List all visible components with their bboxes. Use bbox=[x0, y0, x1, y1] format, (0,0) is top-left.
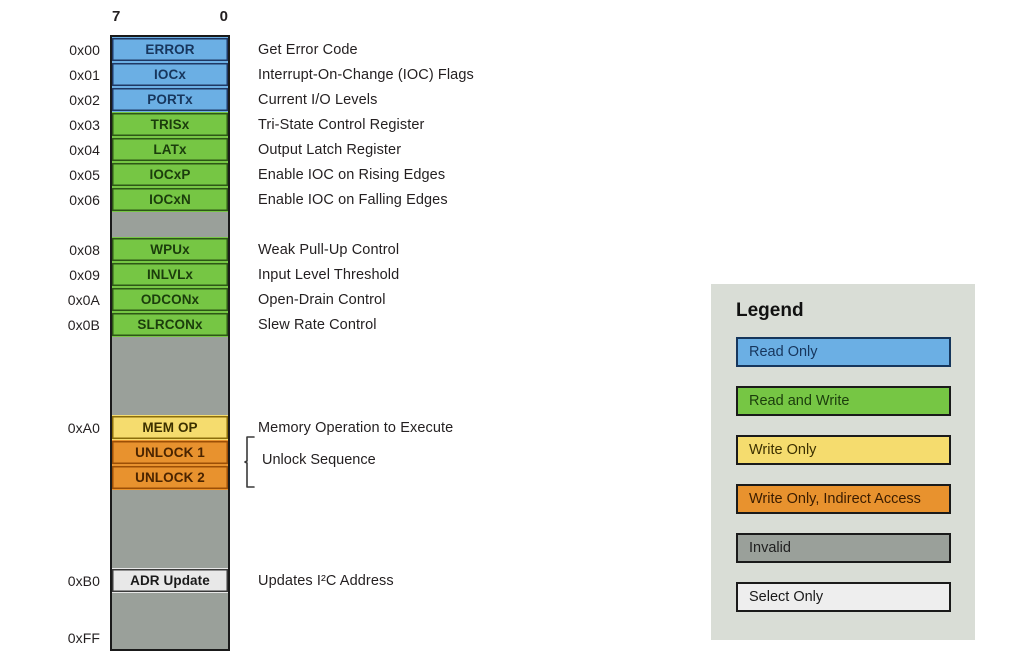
register-address: 0x01 bbox=[69, 66, 100, 83]
legend-item-label: Write Only, Indirect Access bbox=[749, 491, 921, 507]
register-map: 0x00 ERROR Get Error Code 0x01 IOCx Interrupt… bbox=[68, 35, 474, 651]
unlock-sequence-bracket bbox=[244, 436, 256, 488]
legend-item-label: Write Only bbox=[749, 442, 817, 458]
register-description: Current I/O Levels bbox=[258, 91, 378, 108]
register-row: 0x06 IOCxN Enable IOC on Falling Edges bbox=[69, 187, 448, 212]
register-address: 0x09 bbox=[69, 266, 100, 283]
register-description: Updates I²C Address bbox=[258, 572, 394, 589]
register-description: Weak Pull-Up Control bbox=[258, 241, 400, 258]
register-name: WPUx bbox=[150, 241, 190, 257]
register-address: 0x02 bbox=[69, 91, 100, 108]
bit-lsb-label: 0 bbox=[219, 8, 228, 25]
register-row: UNLOCK 1 bbox=[112, 440, 228, 465]
register-name: LATx bbox=[153, 141, 187, 157]
register-description: Slew Rate Control bbox=[258, 316, 377, 333]
legend-item-select: Select Only bbox=[736, 582, 951, 612]
register-description: Input Level Threshold bbox=[258, 266, 400, 283]
legend-item-label: Read Only bbox=[749, 344, 818, 360]
legend-title: Legend bbox=[736, 300, 804, 321]
register-description: Open-Drain Control bbox=[258, 291, 386, 308]
register-name: ODCONx bbox=[140, 291, 200, 307]
register-description: Enable IOC on Rising Edges bbox=[258, 166, 446, 183]
register-name: ERROR bbox=[145, 41, 195, 57]
register-row: 0x0A ODCONx Open-Drain Control bbox=[68, 287, 385, 312]
register-row: 0x04 LATx Output Latch Register bbox=[69, 137, 401, 162]
register-row: 0x05 IOCxP Enable IOC on Rising Edges bbox=[69, 162, 445, 187]
register-name: UNLOCK 1 bbox=[135, 444, 205, 460]
register-row bbox=[112, 337, 228, 415]
register-row: 0x01 IOCx Interrupt-On-Change (IOC) Flags bbox=[69, 62, 474, 87]
register-address: 0x08 bbox=[69, 241, 100, 258]
legend-item-read: Read Only bbox=[736, 337, 951, 367]
legend-item-label: Read and Write bbox=[749, 393, 850, 409]
register-description: Memory Operation to Execute bbox=[258, 419, 454, 436]
register-name: INLVLx bbox=[146, 266, 194, 282]
register-description: Output Latch Register bbox=[258, 141, 402, 158]
register-description: Tri-State Control Register bbox=[258, 116, 425, 133]
register-row: 0xFF bbox=[68, 593, 228, 649]
register-address: 0xA0 bbox=[67, 419, 100, 436]
register-address: 0x00 bbox=[69, 41, 100, 58]
register-row bbox=[112, 490, 228, 568]
register-description: Enable IOC on Falling Edges bbox=[258, 191, 448, 208]
legend-item-label: Invalid bbox=[749, 540, 791, 556]
register-row: 0x03 TRISx Tri-State Control Register bbox=[69, 112, 424, 137]
register-name: TRISx bbox=[150, 116, 190, 132]
register-name: IOCxP bbox=[149, 166, 191, 182]
register-address: 0x05 bbox=[69, 166, 100, 183]
register-name: ADR Update bbox=[130, 572, 210, 588]
legend-item-invalid: Invalid bbox=[736, 533, 951, 563]
legend-panel: Legend Read Only Read and Write Write Only… bbox=[711, 284, 975, 640]
legend-item-writeind: Write Only, Indirect Access bbox=[736, 484, 951, 514]
register-address: 0xFF bbox=[67, 630, 100, 646]
register-description: Interrupt-On-Change (IOC) Flags bbox=[258, 66, 474, 83]
register-address: 0x0A bbox=[67, 291, 100, 308]
register-address: 0x0B bbox=[67, 316, 100, 333]
register-name: SLRCONx bbox=[137, 316, 203, 332]
legend-item-write: Write Only bbox=[736, 435, 951, 465]
register-row: 0x0B SLRCONx Slew Rate Control bbox=[68, 312, 376, 337]
register-name: IOCx bbox=[154, 66, 186, 82]
register-row bbox=[112, 212, 228, 237]
unlock-sequence-label: Unlock Sequence bbox=[262, 452, 376, 468]
legend-item-readwrite: Read and Write bbox=[736, 386, 951, 416]
register-address: 0x06 bbox=[69, 191, 100, 208]
register-name: IOCxN bbox=[149, 191, 191, 207]
legend-item-label: Select Only bbox=[749, 589, 824, 605]
register-row: 0x00 ERROR Get Error Code bbox=[69, 37, 358, 62]
register-row: 0x08 WPUx Weak Pull-Up Control bbox=[69, 237, 399, 262]
bit-numbering-header: 7 0 bbox=[110, 8, 230, 28]
register-name: PORTx bbox=[147, 91, 193, 107]
register-address: 0x04 bbox=[69, 141, 100, 158]
register-name: UNLOCK 2 bbox=[135, 469, 205, 485]
register-address: 0x03 bbox=[69, 116, 100, 133]
register-row: UNLOCK 2 bbox=[112, 465, 228, 490]
bit-msb-label: 7 bbox=[112, 8, 121, 25]
register-row: 0xB0 ADR Update Updates I²C Address bbox=[68, 568, 394, 593]
register-row: 0xA0 MEM OP Memory Operation to Execute bbox=[68, 415, 453, 440]
legend-items-list: Read Only Read and Write Write Only Write O… bbox=[736, 337, 951, 631]
register-row: 0x09 INLVLx Input Level Threshold bbox=[69, 262, 399, 287]
register-row: 0x02 PORTx Current I/O Levels bbox=[69, 87, 377, 112]
register-address: 0xB0 bbox=[67, 572, 100, 589]
register-description: Get Error Code bbox=[258, 41, 358, 58]
register-name: MEM OP bbox=[142, 419, 198, 435]
